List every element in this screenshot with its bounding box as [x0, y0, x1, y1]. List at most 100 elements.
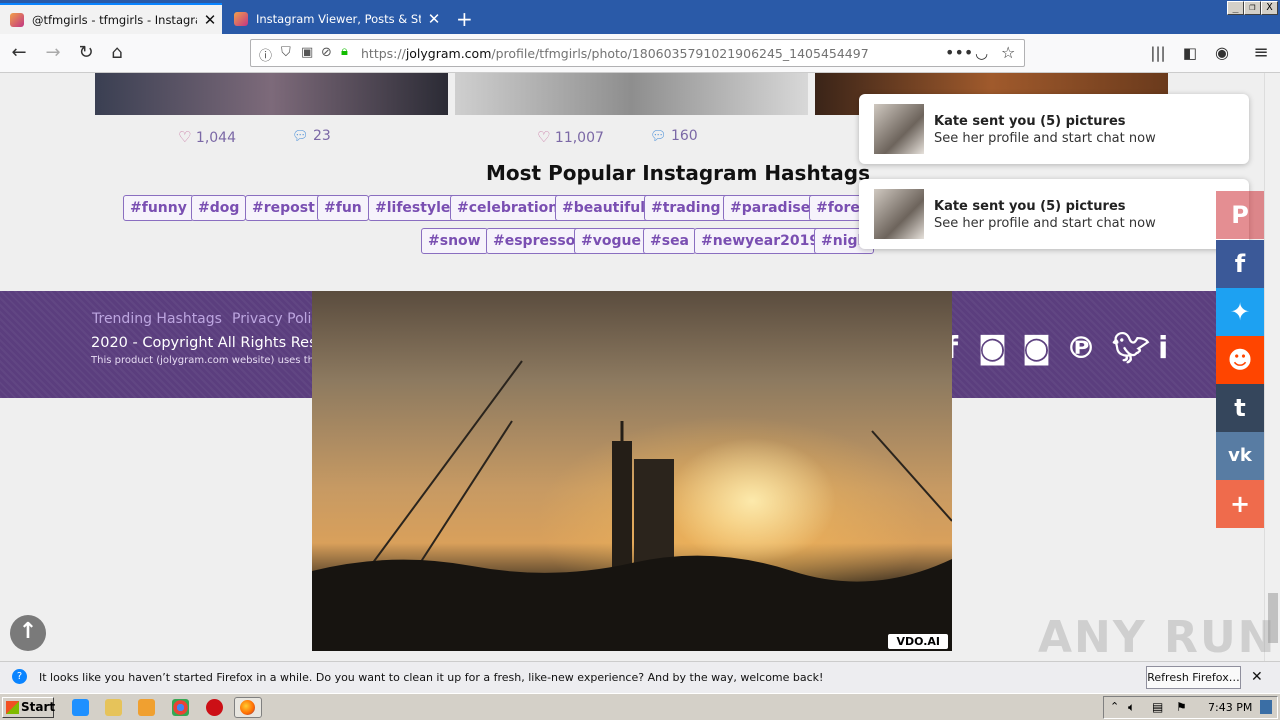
scroll-to-top-button[interactable]: ↑ [10, 615, 46, 651]
hashtag-link[interactable]: #funny [123, 195, 194, 221]
tray-expand-icon[interactable]: ⌃ [1110, 700, 1119, 713]
vk-icon: vk [1228, 445, 1252, 466]
post-photo[interactable] [455, 73, 808, 115]
twitter-share-button[interactable]: ✦ [1216, 288, 1264, 336]
comments-count: 💬︎ 160 [650, 128, 698, 144]
firefox-icon [240, 700, 255, 715]
notification-avatar [874, 104, 924, 154]
volume-icon[interactable]: 🔈︎ [1128, 700, 1135, 715]
comment-icon: 💬︎ [292, 129, 309, 144]
hashtag-link[interactable]: #vogue [574, 228, 648, 254]
menu-icon[interactable]: ≡ [1250, 42, 1272, 64]
info-icon[interactable]: ⓘ [259, 45, 272, 64]
tab-bar: @tfmgirls - tfmgirls - Instagram Po ✕ In… [0, 0, 1280, 34]
home-icon[interactable]: ⌂ [106, 42, 128, 64]
tab-close-icon[interactable]: ✕ [427, 10, 441, 28]
shield-icon[interactable]: ⛉ [281, 45, 291, 60]
likes-count: ♡ 1,044 [178, 128, 236, 146]
new-tab-button[interactable]: + [450, 3, 480, 34]
firefox-notification-bar: ? It looks like you haven’t started Fire… [0, 661, 1280, 693]
start-button[interactable]: Start [2, 697, 56, 718]
hashtag-link[interactable]: #espresso [486, 228, 583, 254]
notification-title: Kate sent you (5) pictures [934, 114, 1126, 129]
twitter-icon[interactable]: 🐦︎ [1112, 331, 1150, 366]
ie-icon[interactable] [72, 699, 89, 716]
more-share-button[interactable]: + [1216, 480, 1264, 528]
permissions-icon[interactable]: ▣ [301, 45, 313, 60]
close-window-button[interactable]: X [1261, 1, 1278, 15]
flag-icon[interactable]: ⚑ [1176, 700, 1187, 714]
pinterest-icon[interactable]: ℗ [1066, 331, 1096, 366]
show-desktop-icon[interactable] [1260, 700, 1272, 714]
explorer-folder-icon[interactable] [105, 699, 122, 716]
reddit-share-button[interactable]: ☻ [1216, 336, 1264, 384]
heart-icon: ♡ [537, 128, 551, 146]
hashtag-link[interactable]: #sea [643, 228, 697, 254]
footer-link-trending[interactable]: Trending Hashtags [92, 311, 222, 327]
instagram-icon[interactable]: ◙ [978, 331, 1007, 366]
restore-button[interactable]: ❐ [1244, 1, 1261, 15]
firefox-taskbar-button[interactable] [234, 697, 262, 718]
hashtag-link[interactable]: #trading [644, 195, 728, 221]
pinterest-icon: P [1231, 201, 1249, 229]
post-photo[interactable] [95, 73, 448, 115]
hashtags-heading: Most Popular Instagram Hashtags [486, 161, 870, 185]
vdo-ai-badge[interactable]: VDO.AI [888, 634, 948, 649]
facebook-icon: f [1234, 250, 1246, 278]
tab-tfmgirls[interactable]: @tfmgirls - tfmgirls - Instagram Po ✕ [0, 3, 222, 34]
start-label: Start [21, 700, 56, 714]
pocket-icon[interactable]: ◡ [975, 44, 988, 62]
back-icon[interactable]: ← [8, 42, 30, 64]
hashtag-link[interactable]: #repost [245, 195, 322, 221]
likes-count: ♡ 11,007 [537, 128, 604, 146]
copyright-text: 2020 - Copyright All Rights Reserv [91, 335, 341, 351]
hashtag-link[interactable]: #lifestyle [368, 195, 458, 221]
chrome-icon[interactable] [172, 699, 189, 716]
reload-icon[interactable]: ↻ [75, 42, 97, 64]
hashtag-link[interactable]: #fun [317, 195, 369, 221]
tumblr-icon: t [1234, 394, 1246, 422]
account-icon[interactable]: ◉ [1211, 42, 1233, 64]
instagram-icon[interactable]: ◙ [1022, 331, 1051, 366]
tumblr-share-button[interactable]: t [1216, 384, 1264, 432]
hashtag-link[interactable]: #snow [421, 228, 488, 254]
instagram-favicon-icon [234, 11, 248, 26]
pinterest-share-button[interactable]: P [1216, 191, 1264, 239]
video-ad-player[interactable]: VDO.AI [312, 291, 952, 651]
forward-icon[interactable]: → [42, 42, 64, 64]
system-tray: ⌃ 🔈︎ ▤ ⚑ 7:43 PM [1103, 696, 1278, 719]
facebook-share-button[interactable]: f [1216, 240, 1264, 288]
minimize-button[interactable]: _ [1227, 1, 1244, 15]
sidebar-icon[interactable]: ◧ [1179, 42, 1201, 64]
tab-close-icon[interactable]: ✕ [203, 11, 217, 29]
opera-icon[interactable] [206, 699, 223, 716]
refresh-firefox-button[interactable]: Refresh Firefox… [1146, 666, 1241, 689]
page-actions-icon[interactable]: ••• [945, 43, 973, 62]
anyrun-watermark: ANY RUN [1038, 612, 1277, 663]
hashtag-link[interactable]: #dog [191, 195, 247, 221]
hashtag-link[interactable]: #celebration [450, 195, 566, 221]
twitter-icon: ✦ [1229, 298, 1251, 326]
footer-link-privacy[interactable]: Privacy Polic [232, 311, 319, 327]
network-icon[interactable]: ▤ [1152, 700, 1163, 714]
chat-notification[interactable]: Kate sent you (5) pictures See her profi… [859, 179, 1249, 249]
info-icon[interactable]: i [1158, 331, 1168, 366]
vertical-scrollbar[interactable] [1264, 73, 1280, 661]
hashtag-link[interactable]: #newyear2019 [694, 228, 827, 254]
vk-share-button[interactable]: vk [1216, 432, 1264, 480]
bookmark-star-icon[interactable]: ☆ [1001, 43, 1015, 62]
notification-avatar [874, 189, 924, 239]
url-bar[interactable]: ⓘ ⛉ ▣ ⊘ 🔒︎ https://jolygram.com/profile/… [250, 39, 1025, 67]
url-text: https://jolygram.com/profile/tfmgirls/ph… [361, 46, 869, 61]
comments-count: 💬︎ 23 [292, 128, 331, 144]
hashtag-link[interactable]: #paradise [723, 195, 818, 221]
chat-notification[interactable]: Kate sent you (5) pictures See her profi… [859, 94, 1249, 164]
clock[interactable]: 7:43 PM [1208, 701, 1252, 714]
link-icon[interactable]: ⊘ [321, 45, 332, 60]
hashtag-link[interactable]: #beautiful [555, 195, 653, 221]
tab-instagram-viewer[interactable]: Instagram Viewer, Posts & Story & ✕ [224, 3, 446, 34]
close-notification-icon[interactable]: ✕ [1251, 669, 1263, 685]
library-icon[interactable]: ||| [1147, 42, 1169, 64]
media-player-icon[interactable] [138, 699, 155, 716]
instagram-favicon-icon [10, 12, 24, 27]
